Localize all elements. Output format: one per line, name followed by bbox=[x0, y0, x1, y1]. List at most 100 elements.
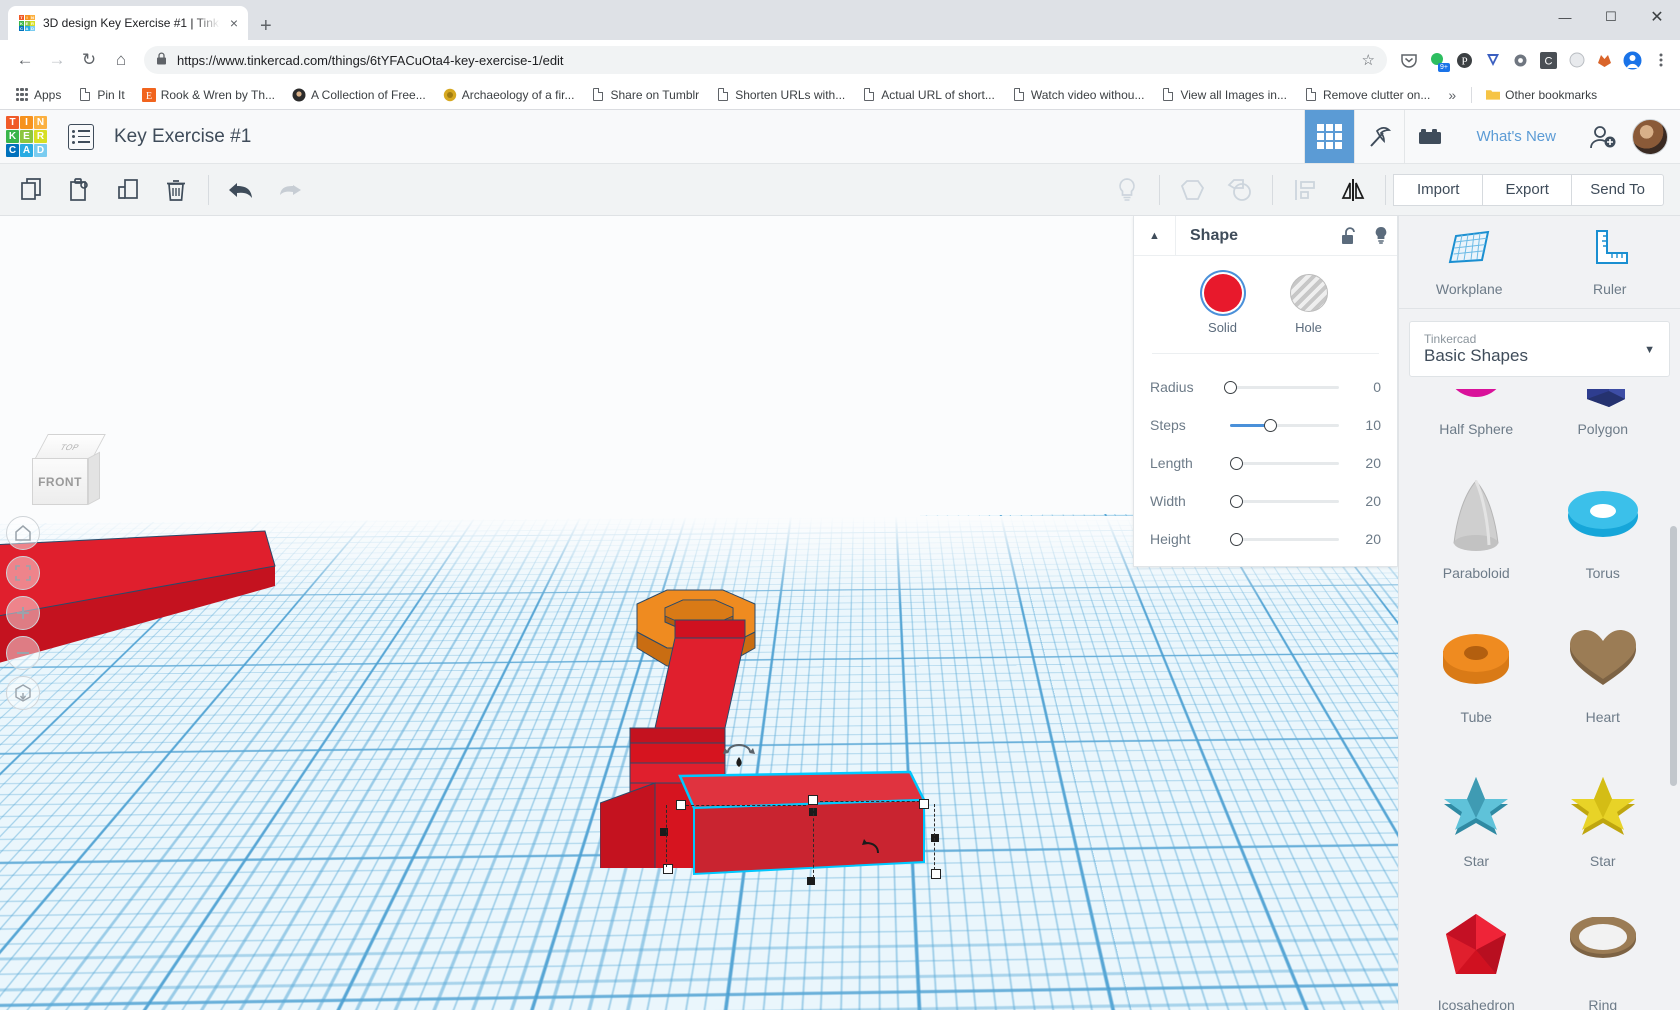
slider-radius[interactable]: Radius 0 bbox=[1134, 368, 1397, 406]
lightbulb-icon[interactable] bbox=[1365, 226, 1397, 245]
slider-width[interactable]: Width 20 bbox=[1134, 482, 1397, 520]
import-button[interactable]: Import bbox=[1393, 173, 1484, 206]
bookmark-rook-wren[interactable]: E Rook & Wren by Th... bbox=[135, 85, 282, 105]
blocks-3d-icon[interactable] bbox=[1304, 110, 1355, 163]
bookmarks-overflow-button[interactable]: » bbox=[1440, 87, 1464, 103]
profile-avatar-icon[interactable] bbox=[1623, 51, 1642, 70]
c-extension-icon[interactable]: C bbox=[1539, 51, 1558, 70]
design-list-menu-icon[interactable] bbox=[68, 123, 94, 150]
fox-extension-icon[interactable] bbox=[1595, 51, 1614, 70]
window-minimize-button[interactable]: — bbox=[1542, 0, 1588, 34]
slider-knob[interactable] bbox=[1230, 456, 1243, 470]
edge-handle[interactable] bbox=[807, 877, 815, 885]
slider-track-area[interactable] bbox=[1222, 377, 1349, 397]
bookmark-pin-it[interactable]: Pin It bbox=[71, 85, 131, 105]
add-user-icon[interactable] bbox=[1578, 110, 1628, 163]
shape-item-polygon[interactable]: Polygon bbox=[1540, 387, 1667, 447]
forward-button[interactable]: → bbox=[42, 45, 72, 75]
bookmark-watch-video[interactable]: Watch video withou... bbox=[1005, 85, 1152, 105]
slider-knob[interactable] bbox=[1224, 380, 1237, 394]
bookmark-actual-url[interactable]: Actual URL of short... bbox=[855, 85, 1002, 105]
shape-item-half-sphere[interactable]: Half Sphere bbox=[1413, 387, 1540, 447]
selected-box-shape[interactable] bbox=[672, 766, 962, 916]
tinkercad-logo[interactable]: T I N K E R C A D bbox=[6, 115, 48, 158]
yandex-icon[interactable] bbox=[1483, 51, 1502, 70]
ruler-tool[interactable]: Ruler bbox=[1540, 216, 1680, 308]
mirror-icon[interactable] bbox=[1329, 170, 1377, 210]
view-cube[interactable]: TOP FRONT bbox=[28, 434, 106, 506]
model-group[interactable] bbox=[600, 586, 1020, 916]
view-cube-front-face[interactable]: FRONT bbox=[32, 458, 88, 505]
home-button[interactable]: ⌂ bbox=[106, 45, 136, 75]
perspective-toggle-button[interactable] bbox=[6, 676, 40, 710]
rotate-handle-side[interactable] bbox=[862, 838, 886, 862]
other-bookmarks-folder[interactable]: Other bookmarks bbox=[1479, 85, 1604, 105]
evernote-icon[interactable]: 9+ bbox=[1427, 51, 1450, 72]
bookmark-shorten-urls[interactable]: Shorten URLs with... bbox=[709, 85, 852, 105]
edge-handle[interactable] bbox=[931, 834, 939, 842]
slider-track-area[interactable] bbox=[1222, 529, 1349, 549]
whats-new-link[interactable]: What's New bbox=[1454, 128, 1578, 145]
bookmark-apps[interactable]: Apps bbox=[8, 85, 68, 105]
corner-handle[interactable] bbox=[663, 864, 673, 874]
bookmark-share-tumblr[interactable]: Share on Tumblr bbox=[584, 85, 706, 105]
tab-close-icon[interactable]: × bbox=[228, 16, 240, 30]
slider-knob[interactable] bbox=[1230, 532, 1243, 546]
duplicate-icon[interactable] bbox=[104, 170, 152, 210]
lightbulb-icon[interactable] bbox=[1103, 170, 1151, 210]
new-tab-button[interactable]: + bbox=[260, 16, 272, 36]
shape-item-ring[interactable]: Ring bbox=[1540, 879, 1667, 1010]
user-avatar[interactable] bbox=[1632, 118, 1668, 155]
ungroup-icon[interactable] bbox=[1216, 170, 1264, 210]
window-close-button[interactable]: ✕ bbox=[1634, 0, 1680, 34]
slider-length[interactable]: Length 20 bbox=[1134, 444, 1397, 482]
paste-icon[interactable] bbox=[56, 170, 104, 210]
shape-item-torus[interactable]: Torus bbox=[1540, 447, 1667, 591]
slider-track-area[interactable] bbox=[1222, 491, 1349, 511]
bookmark-star-icon[interactable]: ☆ bbox=[1362, 51, 1375, 69]
bookmark-collection-free[interactable]: A Collection of Free... bbox=[285, 85, 433, 105]
group-icon[interactable] bbox=[1168, 170, 1216, 210]
delete-icon[interactable] bbox=[152, 170, 200, 210]
rotate-handle[interactable] bbox=[722, 739, 756, 773]
hole-swatch[interactable] bbox=[1289, 274, 1328, 312]
shape-category-select[interactable]: Tinkercad Basic Shapes ▼ bbox=[1409, 321, 1670, 377]
shape-item-icosahedron[interactable]: Icosahedron bbox=[1413, 879, 1540, 1010]
shape-item-tube[interactable]: Tube bbox=[1413, 591, 1540, 735]
back-button[interactable]: ← bbox=[10, 45, 40, 75]
3d-viewport[interactable]: TOP FRONT ▲ Shape Solid Hole Radius 0 St… bbox=[0, 216, 1398, 1010]
pinterest-icon[interactable]: P bbox=[1455, 51, 1474, 70]
lego-brick-icon[interactable] bbox=[1404, 110, 1454, 163]
browser-menu-icon[interactable] bbox=[1651, 51, 1670, 70]
send-to-button[interactable]: Send To bbox=[1571, 173, 1664, 206]
shape-item-star-yellow[interactable]: Star bbox=[1540, 735, 1667, 879]
redo-icon[interactable] bbox=[265, 170, 313, 210]
browser-tab[interactable]: TIN KER CAD 3D design Key Exercise #1 | … bbox=[8, 6, 248, 40]
shape-inspector-panel[interactable]: ▲ Shape Solid Hole Radius 0 Steps 10 Len… bbox=[1133, 216, 1398, 567]
circle-extension-icon[interactable] bbox=[1567, 51, 1586, 70]
settings-gear-icon[interactable] bbox=[1511, 51, 1530, 70]
shape-library-grid[interactable]: Half Sphere Polygon Paraboloid Torus Tub… bbox=[1399, 387, 1680, 1010]
minecraft-pickaxe-icon[interactable] bbox=[1354, 110, 1404, 163]
corner-handle[interactable] bbox=[808, 795, 818, 805]
solid-option[interactable]: Solid bbox=[1203, 274, 1242, 335]
shape-item-paraboloid[interactable]: Paraboloid bbox=[1413, 447, 1540, 591]
bookmark-archaeology[interactable]: Archaeology of a fir... bbox=[436, 85, 582, 105]
slider-height[interactable]: Height 20 bbox=[1134, 520, 1397, 558]
slider-track-area[interactable] bbox=[1222, 453, 1349, 473]
align-icon[interactable] bbox=[1281, 170, 1329, 210]
copy-icon[interactable] bbox=[8, 170, 56, 210]
slider-knob[interactable] bbox=[1230, 494, 1243, 508]
reload-button[interactable]: ↻ bbox=[74, 45, 104, 75]
pocket-icon[interactable] bbox=[1399, 51, 1418, 70]
corner-handle[interactable] bbox=[919, 799, 929, 809]
address-bar[interactable]: https://www.tinkercad.com/things/6tYFACu… bbox=[144, 46, 1387, 74]
slider-track-area[interactable] bbox=[1222, 415, 1349, 435]
bookmark-view-images[interactable]: View all Images in... bbox=[1154, 85, 1294, 105]
solid-color-swatch[interactable] bbox=[1203, 274, 1242, 312]
shapes-panel-scrollbar[interactable] bbox=[1670, 526, 1677, 786]
red-wedge-shape[interactable] bbox=[0, 511, 290, 731]
window-maximize-button[interactable]: ☐ bbox=[1588, 0, 1634, 34]
corner-handle[interactable] bbox=[931, 869, 941, 879]
slider-steps[interactable]: Steps 10 bbox=[1134, 406, 1397, 444]
